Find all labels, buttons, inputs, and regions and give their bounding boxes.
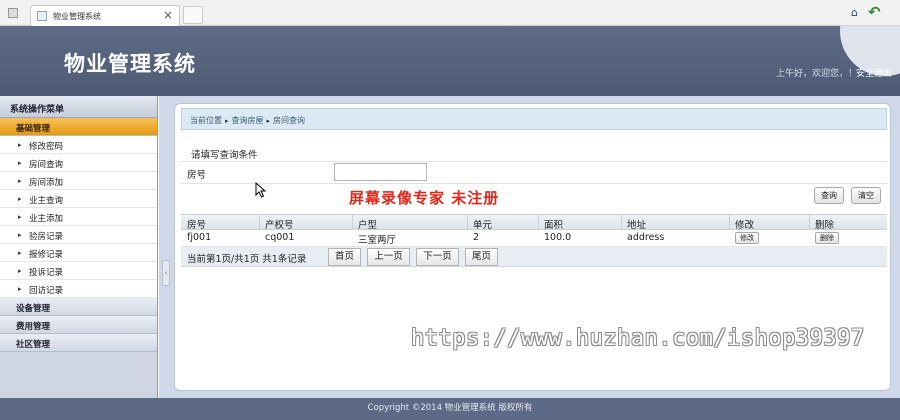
sidebar-item-visit-records[interactable]: ▸ 回访记录 (0, 280, 157, 298)
column-divider (259, 215, 260, 231)
cell-room: fj001 (187, 232, 212, 243)
column-header-edit: 修改 (735, 220, 755, 231)
sidebar-item-repair-records[interactable]: ▸ 报修记录 (0, 244, 157, 262)
next-page-button[interactable]: 下一页 (416, 248, 459, 266)
column-divider (538, 215, 539, 231)
new-tab-button[interactable] (183, 6, 203, 24)
sidebar-item-label: 房间查询 (29, 160, 64, 170)
cell-address: address (627, 232, 665, 243)
menu-group-equipment[interactable]: 设备管理 (0, 298, 157, 316)
room-label: 房号 (187, 170, 207, 181)
column-header-property-no: 产权号 (265, 220, 294, 231)
delete-button[interactable]: 删除 (815, 232, 839, 244)
breadcrumb: 当前位置 ▸ 查询房屋 ▸ 房间查询 (181, 108, 887, 130)
bullet-arrow-icon: ▸ (18, 267, 22, 275)
app-title: 物业管理系统 (64, 52, 196, 76)
chevron-right-icon: ▸ (266, 117, 271, 125)
column-divider (621, 215, 622, 231)
column-divider (352, 215, 353, 231)
sidebar-item-label: 房间添加 (29, 178, 64, 188)
breadcrumb-item[interactable]: 查询房屋 (232, 116, 264, 125)
recorder-watermark: 屏幕录像专家 未注册 (349, 189, 500, 207)
sidebar-item-owner-query[interactable]: ▸ 业主查询 (0, 190, 157, 208)
logout-link[interactable]: 安全退出 (856, 66, 892, 79)
bullet-arrow-icon: ▸ (18, 141, 22, 149)
query-form-title: 请填写查询条件 (181, 144, 887, 162)
column-divider (467, 215, 468, 231)
back-arrow-icon[interactable]: ↶ (868, 3, 881, 21)
mouse-cursor-icon (255, 182, 267, 198)
home-icon[interactable]: ⌂ (851, 6, 858, 19)
bullet-arrow-icon: ▸ (18, 213, 22, 221)
sidebar-item-label: 投诉记录 (29, 268, 64, 278)
breadcrumb-item[interactable]: 房间查询 (273, 116, 305, 125)
column-header-room: 房号 (187, 220, 207, 231)
url-watermark: https://www.huzhan.com/ishop39397 (411, 326, 865, 351)
cell-unit: 2 (473, 232, 480, 243)
breadcrumb-item[interactable]: 当前位置 (190, 116, 222, 125)
table-row: fj001 cq001 三室两厅 2 100.0 address 修改 删除 (181, 230, 887, 247)
collapse-sidebar-icon[interactable]: ‹ (162, 260, 170, 286)
column-divider (729, 215, 730, 231)
sidebar-toggle-icon[interactable] (8, 8, 18, 18)
pagination-bar: 当前第1页/共1页 共1条记录 首页 上一页 下一页 尾页 (181, 247, 887, 267)
room-number-input[interactable] (334, 163, 427, 181)
page-favicon-icon (37, 11, 47, 21)
last-page-button[interactable]: 尾页 (465, 248, 498, 266)
bullet-arrow-icon: ▸ (18, 195, 22, 203)
cell-area: 100.0 (544, 232, 572, 243)
sidebar-menu: 系统操作菜单 基础管理 ▸ 修改密码 ▸ 房间查询 ▸ 房间添加 ▸ 业主查询 ▸ 业主添… (0, 96, 158, 398)
column-header-layout: 户型 (358, 220, 378, 231)
sidebar-item-label: 报修记录 (29, 250, 64, 260)
prev-page-button[interactable]: 上一页 (367, 248, 410, 266)
bullet-arrow-icon: ▸ (18, 249, 22, 257)
bullet-arrow-icon: ▸ (18, 285, 22, 293)
sidebar-title: 系统操作菜单 (0, 96, 157, 118)
sidebar-item-label: 验房记录 (29, 232, 64, 242)
sidebar-item-owner-add[interactable]: ▸ 业主添加 (0, 208, 157, 226)
clear-button[interactable]: 清空 (851, 187, 881, 204)
menu-group-basic[interactable]: 基础管理 (0, 118, 157, 136)
first-page-button[interactable]: 首页 (328, 248, 361, 266)
page-info: 当前第1页/共1页 共1条记录 (187, 254, 307, 265)
sidebar-item-change-password[interactable]: ▸ 修改密码 (0, 136, 157, 154)
column-divider (809, 215, 810, 231)
menu-group-community[interactable]: 社区管理 (0, 334, 157, 352)
edit-button[interactable]: 修改 (735, 232, 759, 244)
bullet-arrow-icon: ▸ (18, 231, 22, 239)
bullet-arrow-icon: ▸ (18, 177, 22, 185)
browser-tab-bar: 物业管理系统 × ⌂ ↶ (0, 0, 900, 26)
greeting-text: 上午好，欢迎您，！ (776, 69, 858, 79)
menu-group-fees[interactable]: 费用管理 (0, 316, 157, 334)
table-header: 房号 产权号 户型 单元 面积 地址 修改 删除 (181, 214, 887, 231)
footer: Copyright ©2014 物业管理系统 版权所有 (0, 398, 900, 420)
browser-tab-title: 物业管理系统 (53, 12, 101, 21)
sidebar-item-room-query[interactable]: ▸ 房间查询 (0, 154, 157, 172)
sidebar-item-room-add[interactable]: ▸ 房间添加 (0, 172, 157, 190)
sidebar-item-inspection-records[interactable]: ▸ 验房记录 (0, 226, 157, 244)
cell-property-no: cq001 (265, 232, 295, 243)
column-header-address: 地址 (627, 220, 647, 231)
browser-tab[interactable]: 物业管理系统 × (30, 5, 180, 26)
cell-layout: 三室两厅 (358, 235, 397, 246)
column-header-delete: 删除 (815, 220, 835, 231)
sidebar-item-complaint-records[interactable]: ▸ 投诉记录 (0, 262, 157, 280)
app-header: 物业管理系统 上午好，欢迎您，！ 安全退出 (0, 26, 900, 96)
query-row-room: 房号 (181, 162, 887, 184)
query-button[interactable]: 查询 (814, 187, 844, 204)
sidebar-item-label: 业主查询 (29, 196, 64, 206)
bullet-arrow-icon: ▸ (18, 159, 22, 167)
sidebar-item-label: 回访记录 (29, 286, 64, 296)
sidebar-item-label: 修改密码 (29, 142, 64, 152)
sidebar-item-label: 业主添加 (29, 214, 64, 224)
column-header-area: 面积 (544, 220, 564, 231)
column-header-unit: 单元 (473, 220, 493, 231)
chevron-right-icon: ▸ (225, 117, 229, 125)
close-tab-icon[interactable]: × (163, 8, 173, 22)
